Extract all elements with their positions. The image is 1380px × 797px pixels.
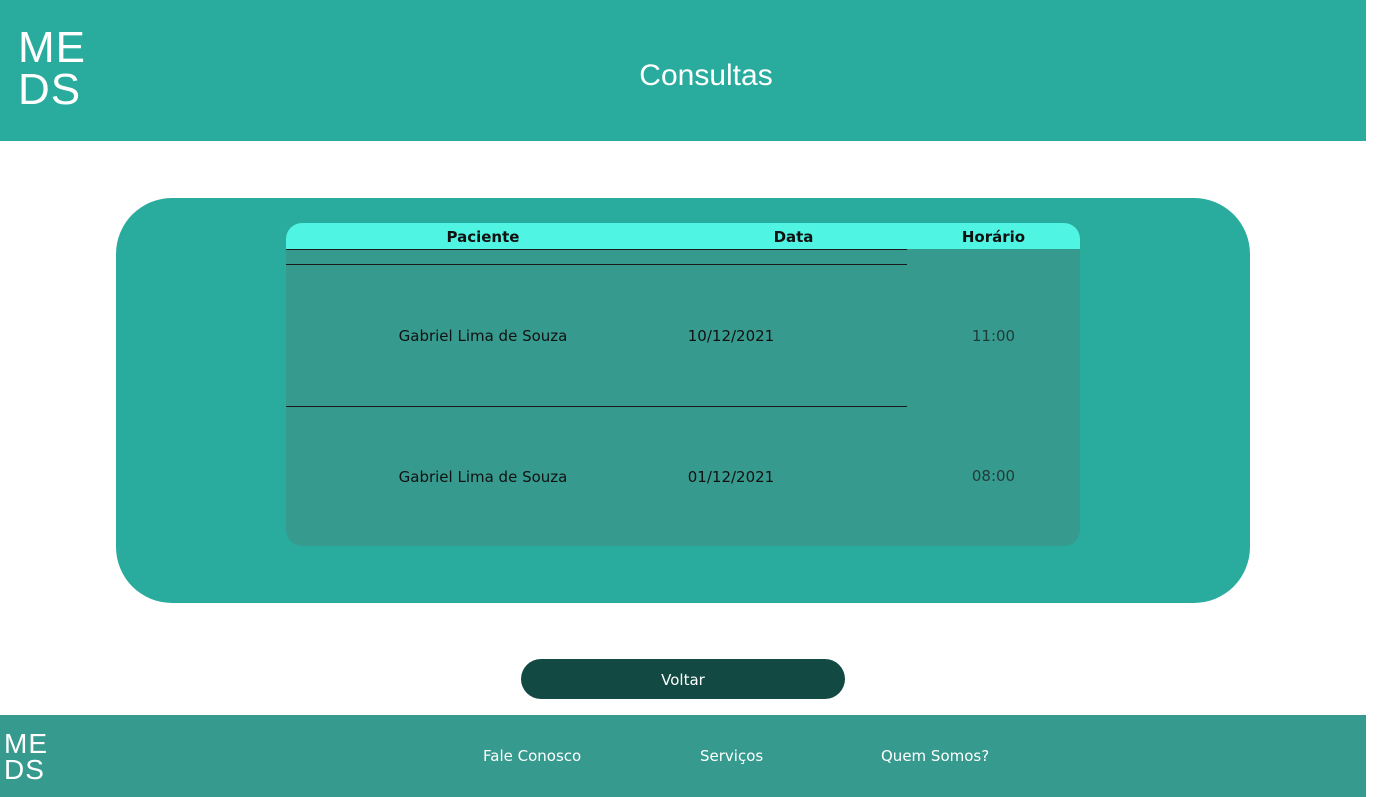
footer-link-servicos[interactable]: Serviços <box>700 747 763 765</box>
appointments-table: Paciente Data Horário Gabriel Lima de So… <box>286 223 1080 546</box>
cell-data: 10/12/2021 <box>687 327 775 345</box>
cell-horario: 08:00 <box>971 467 1016 485</box>
table-header: Paciente Data Horário <box>286 223 1080 249</box>
cell-paciente: Gabriel Lima de Souza <box>398 327 568 345</box>
cell-data: 01/12/2021 <box>687 468 775 486</box>
row-divider <box>286 406 907 407</box>
header: ME DS Consultas <box>0 0 1366 141</box>
back-button[interactable]: Voltar <box>521 659 845 699</box>
footer-link-quem-somos[interactable]: Quem Somos? <box>881 747 989 765</box>
footer-link-fale-conosco[interactable]: Fale Conosco <box>483 747 581 765</box>
column-header-horario: Horário <box>961 228 1026 246</box>
footer: ME DS Fale Conosco Serviços Quem Somos? <box>0 715 1366 797</box>
column-header-paciente: Paciente <box>446 228 520 246</box>
cell-horario: 11:00 <box>971 327 1016 345</box>
page-title: Consultas <box>639 59 773 92</box>
column-header-data: Data <box>773 228 814 246</box>
header-divider <box>286 249 907 250</box>
row-divider <box>286 264 907 265</box>
footer-meds-logo[interactable]: ME DS <box>4 730 48 785</box>
cell-paciente: Gabriel Lima de Souza <box>398 468 568 486</box>
logo-line-2: DS <box>4 754 45 785</box>
